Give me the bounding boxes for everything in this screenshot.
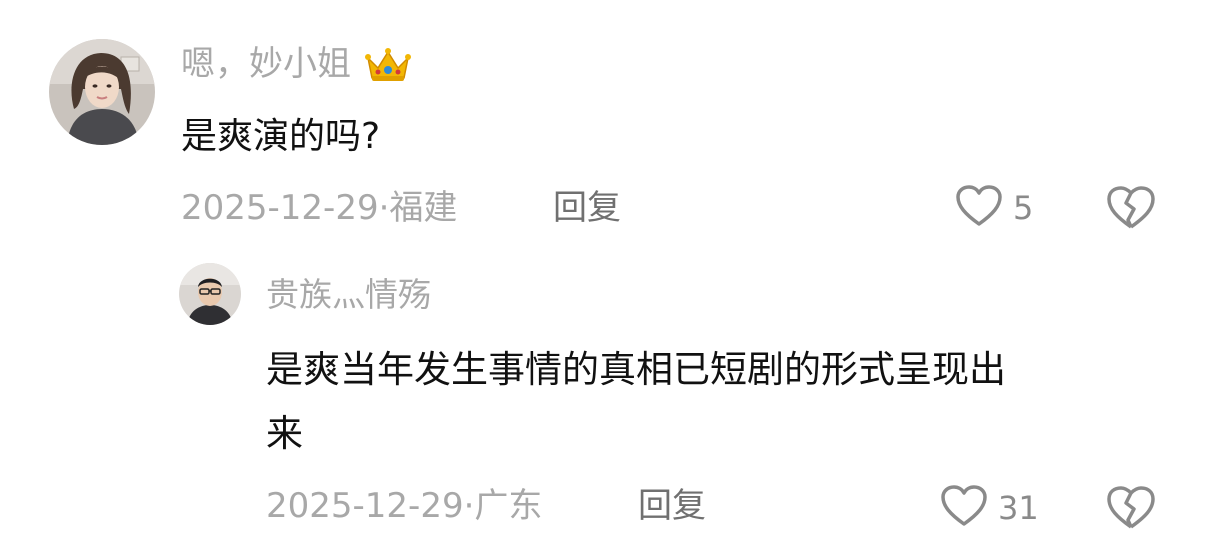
comment-text-line: 是爽当年发生事情的真相已短剧的形式呈现出 bbox=[266, 348, 1006, 391]
like-button[interactable]: 5 bbox=[955, 184, 1033, 232]
heart-icon bbox=[955, 184, 1003, 232]
broken-heart-icon bbox=[1105, 186, 1157, 236]
comment-username[interactable]: 嗯，妙小姐 bbox=[181, 44, 412, 84]
username-text[interactable]: 嗯，妙小姐 bbox=[181, 44, 351, 84]
comment-text: 是爽演的吗? bbox=[181, 116, 381, 157]
comment-meta: 2025-12-29·福建 bbox=[181, 188, 457, 228]
like-count: 5 bbox=[1013, 189, 1034, 227]
avatar[interactable] bbox=[49, 39, 155, 145]
dislike-button[interactable] bbox=[1105, 184, 1157, 232]
comment-text-line: 来 bbox=[266, 412, 303, 455]
comment-location: 广东 bbox=[474, 486, 543, 526]
like-button[interactable]: 31 bbox=[940, 484, 1039, 532]
heart-icon bbox=[940, 484, 988, 532]
comment-text: 是爽当年发生事情的真相已短剧的形式呈现出 来 bbox=[266, 338, 1166, 466]
avatar-image bbox=[49, 39, 155, 145]
meta-separator: · bbox=[463, 486, 475, 526]
avatar[interactable] bbox=[179, 263, 241, 325]
like-count: 31 bbox=[998, 489, 1039, 527]
comment-location: 福建 bbox=[389, 188, 458, 228]
dislike-button[interactable] bbox=[1105, 484, 1157, 532]
comment-username[interactable]: 贵族灬情殇 bbox=[266, 275, 431, 315]
broken-heart-icon bbox=[1105, 486, 1157, 536]
reply-button[interactable]: 回复 bbox=[638, 486, 706, 526]
avatar-image bbox=[179, 263, 241, 325]
crown-icon bbox=[364, 44, 412, 84]
comment-meta: 2025-12-29·广东 bbox=[266, 486, 542, 526]
comment-date: 2025-12-29 bbox=[266, 486, 464, 526]
meta-separator: · bbox=[378, 188, 390, 228]
reply-button[interactable]: 回复 bbox=[553, 188, 621, 228]
comment-date: 2025-12-29 bbox=[181, 188, 379, 228]
